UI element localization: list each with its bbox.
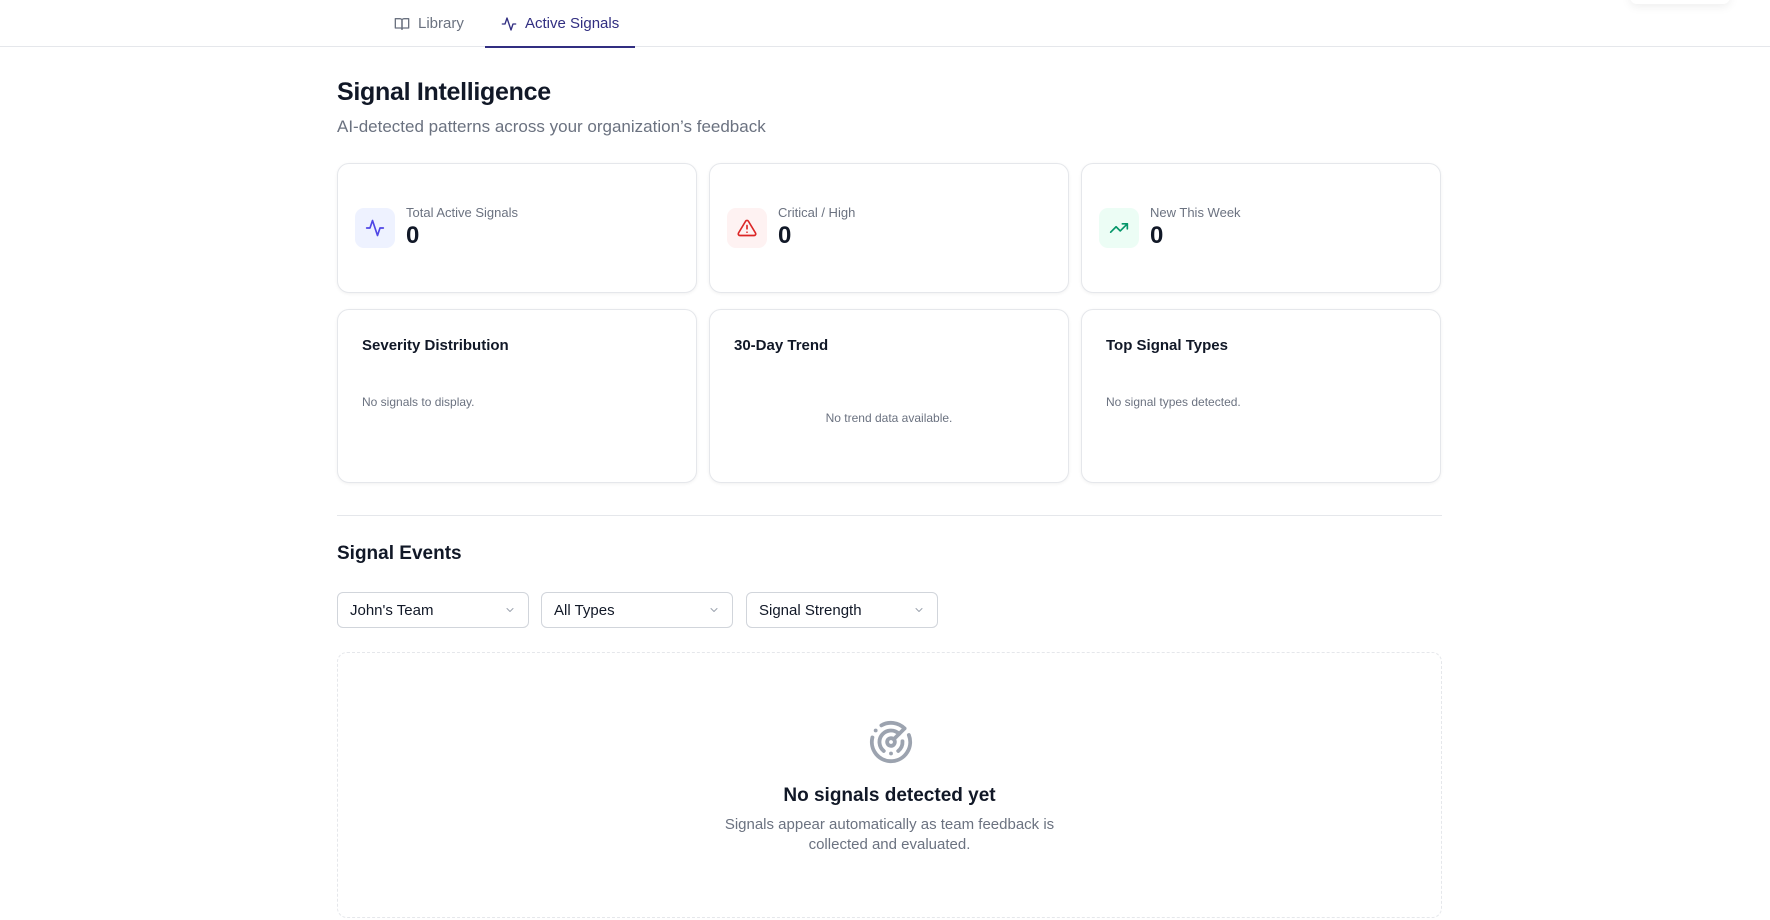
empty-state-title: No signals detected yet bbox=[783, 785, 996, 806]
page-subtitle: AI-detected patterns across your organiz… bbox=[337, 117, 766, 136]
type-filter-select[interactable]: All Types bbox=[541, 592, 733, 628]
stat-icon-container bbox=[1099, 208, 1139, 248]
signal-events-title: Signal Events bbox=[337, 543, 462, 564]
panel-title: 30-Day Trend bbox=[734, 337, 829, 354]
top-navigation: Library Active Signals bbox=[0, 0, 1770, 48]
signal-events-empty-state: No signals detected yet Signals appear a… bbox=[337, 652, 1442, 918]
panel-top-signal-types: Top Signal Types No signal types detecte… bbox=[1081, 309, 1441, 483]
empty-state-description-line-1: Signals appear automatically as team fee… bbox=[724, 816, 1055, 833]
tab-library-label: Library bbox=[418, 15, 464, 32]
book-icon bbox=[394, 17, 410, 30]
tab-library[interactable]: Library bbox=[378, 0, 480, 47]
strength-filter-select[interactable]: Signal Strength bbox=[746, 592, 938, 628]
panel-empty-message: No signal types detected. bbox=[1106, 395, 1241, 409]
panel-empty-message: No trend data available. bbox=[825, 411, 953, 425]
stat-label: Total Active Signals bbox=[406, 205, 519, 220]
page-title: Signal Intelligence bbox=[337, 78, 551, 106]
tab-active-signals-label: Active Signals bbox=[525, 15, 620, 32]
stat-value: 0 bbox=[406, 222, 420, 249]
trending-up-icon bbox=[1109, 223, 1129, 233]
empty-state-description-line-2: collected and evaluated. bbox=[808, 836, 971, 853]
panel-30-day-trend: 30-Day Trend No trend data available. bbox=[709, 309, 1069, 483]
activity-icon bbox=[365, 219, 385, 237]
stat-card-critical-high: Critical / High 0 bbox=[709, 163, 1069, 293]
chevron-down-icon bbox=[710, 608, 718, 612]
tab-active-signals[interactable]: Active Signals bbox=[485, 0, 636, 48]
team-filter-value: John's Team bbox=[350, 601, 434, 619]
panel-title: Severity Distribution bbox=[362, 337, 509, 354]
stat-label: Critical / High bbox=[778, 205, 856, 220]
chevron-down-icon bbox=[506, 608, 514, 612]
section-divider bbox=[337, 515, 1442, 516]
alert-triangle-icon bbox=[737, 219, 757, 237]
stat-label: New This Week bbox=[1150, 205, 1241, 220]
panel-title: Top Signal Types bbox=[1106, 337, 1228, 354]
corner-shadow bbox=[1630, 0, 1730, 4]
stat-card-new-this-week: New This Week 0 bbox=[1081, 163, 1441, 293]
panel-severity-distribution: Severity Distribution No signals to disp… bbox=[337, 309, 697, 483]
team-filter-select[interactable]: John's Team bbox=[337, 592, 529, 628]
stat-icon-container bbox=[355, 208, 395, 248]
stat-icon-container bbox=[727, 208, 767, 248]
panel-empty-message: No signals to display. bbox=[362, 395, 475, 409]
radar-icon bbox=[869, 720, 913, 764]
strength-filter-value: Signal Strength bbox=[759, 601, 862, 619]
empty-state-description: Signals appear automatically as team fee… bbox=[338, 815, 1441, 855]
type-filter-value: All Types bbox=[554, 601, 615, 619]
stat-value: 0 bbox=[778, 222, 792, 249]
stat-value: 0 bbox=[1150, 222, 1164, 249]
chevron-down-icon bbox=[915, 608, 923, 612]
stat-card-total-active: Total Active Signals 0 bbox=[337, 163, 697, 293]
activity-icon bbox=[501, 16, 517, 31]
